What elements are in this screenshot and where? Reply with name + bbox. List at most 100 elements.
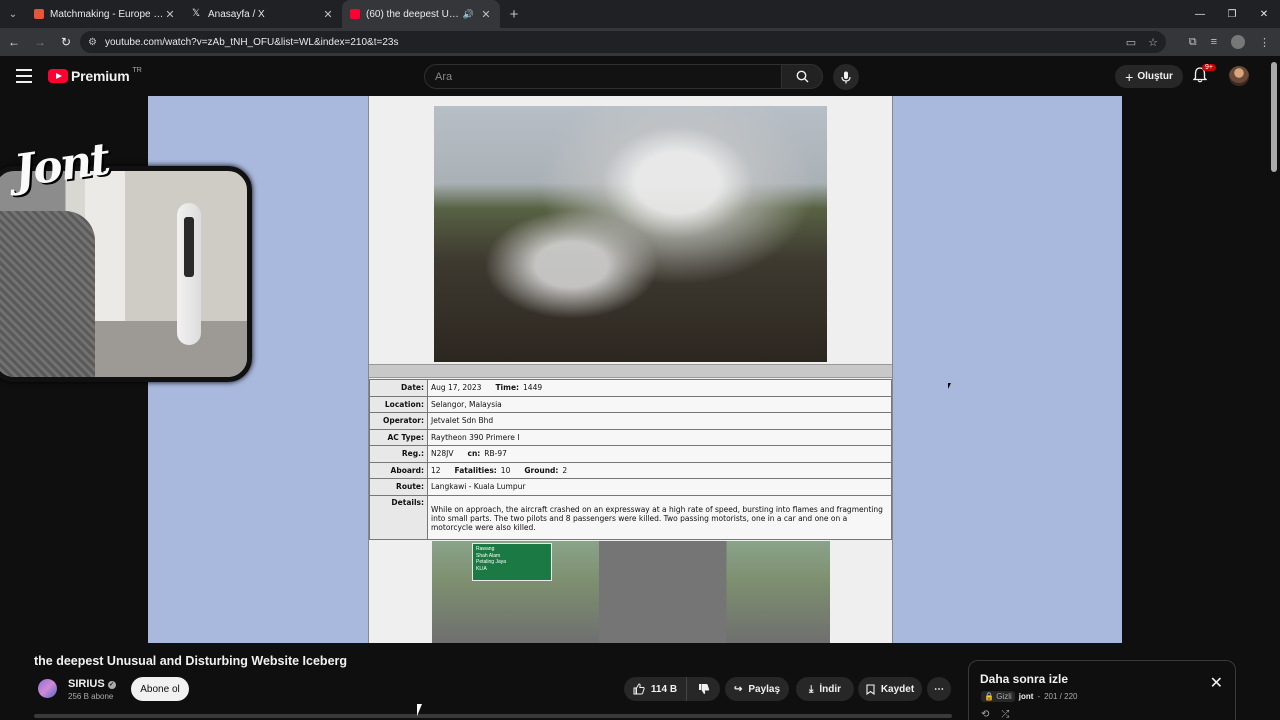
tab-search-icon[interactable]: ⌄ [0, 0, 26, 28]
ground-value: 2 [562, 465, 568, 475]
table-row: AC Type: Raytheon 390 Primere I [369, 428, 892, 446]
youtube-header: Premium TR Ara + Oluştur 9+ [0, 56, 1280, 96]
subscriber-count: 256 B abone [68, 692, 114, 701]
forward-icon[interactable]: → [28, 30, 52, 54]
record-label: Reg.: [369, 445, 428, 463]
site-info-icon[interactable]: ⚙ [88, 37, 97, 48]
like-count: 114 B [650, 683, 678, 695]
record-label: Aboard: [369, 461, 428, 479]
playlist-position: 201 / 220 [1044, 692, 1078, 701]
table-row: Details: While on approach, the aircraft… [369, 494, 892, 540]
thumbs-down-icon [698, 684, 709, 694]
extensions-icon[interactable]: ⧉ [1189, 36, 1197, 49]
bookmark-star-icon[interactable]: ☆ [1148, 36, 1158, 49]
reload-icon[interactable]: ↻ [54, 30, 78, 54]
privacy-badge: 🔒 Gizli [981, 691, 1015, 702]
close-playlist-icon[interactable]: ✕ [1210, 673, 1223, 693]
in-video-cursor [948, 383, 951, 389]
close-tab-icon[interactable]: ✕ [164, 8, 176, 21]
minimize-icon[interactable]: — [1184, 0, 1216, 28]
window-controls: — ❐ ✕ [1184, 0, 1280, 28]
more-group: ⋯ [927, 677, 951, 701]
record-label: Route: [369, 478, 428, 496]
channel-name[interactable]: SIRIUS ✓ [68, 678, 116, 690]
playlist-owner[interactable]: jont [1019, 692, 1034, 701]
browser-menu-icon[interactable]: ⋮ [1259, 36, 1270, 49]
cn-value: RB-97 [484, 449, 507, 459]
search-input[interactable]: Ara [424, 64, 782, 89]
record-value: While on approach, the aircraft crashed … [427, 494, 892, 540]
browser-tab-youtube[interactable]: (60) the deepest Unusual ar 🔊 ✕ [342, 0, 500, 28]
notification-badge: 9+ [1202, 64, 1216, 71]
crash-record-webpage: Date: Aug 17, 2023 Time: 1449 Location: Se… [368, 96, 893, 643]
search-button[interactable] [781, 64, 823, 89]
download-icon: ⤓ [808, 683, 814, 695]
save-label: Kaydet [880, 683, 915, 695]
table-row: Operator: Jetvalet Sdn Bhd [369, 412, 892, 430]
menu-icon[interactable] [16, 69, 32, 83]
close-window-icon[interactable]: ✕ [1248, 0, 1280, 28]
notifications-button[interactable]: 9+ [1192, 64, 1216, 88]
more-actions-button[interactable]: ⋯ [927, 677, 951, 701]
dislike-button[interactable] [686, 677, 720, 701]
road-sign: Rawang Shah Alam Petaling Jaya KLIA [472, 543, 552, 581]
playlist-title[interactable]: Daha sonra izle [980, 672, 1068, 686]
restore-icon[interactable]: ❐ [1216, 0, 1248, 28]
shuffle-icon[interactable]: ⤮ [1001, 709, 1009, 720]
channel-avatar[interactable] [38, 679, 57, 698]
speaker-icon[interactable]: 🔊 [463, 9, 474, 20]
sign-line: KLIA [476, 565, 487, 572]
time-value: 1449 [523, 383, 543, 393]
subscribe-button[interactable]: Abone ol [131, 677, 189, 701]
record-value: N28JV cn: RB-97 [427, 445, 892, 463]
playlist-panel: Daha sonra izle 🔒 Gizli jont - 201 / 220… [968, 660, 1236, 720]
close-tab-icon[interactable]: ✕ [322, 8, 334, 21]
media-controls-icon[interactable]: ≡ [1211, 36, 1217, 48]
page-scrollbar[interactable] [1271, 62, 1277, 172]
date-value: Aug 17, 2023 [431, 383, 482, 393]
new-tab-button[interactable]: + [500, 0, 528, 28]
youtube-logo[interactable]: Premium TR [48, 67, 142, 84]
cn-label: cn: [467, 449, 481, 459]
video-player[interactable]: Date: Aug 17, 2023 Time: 1449 Location: Se… [148, 96, 1122, 643]
close-tab-icon[interactable]: ✕ [480, 8, 492, 21]
x-favicon-icon: 𝕏 [192, 8, 201, 19]
share-label: Paylaş [748, 683, 781, 695]
crash-record-table: Date: Aug 17, 2023 Time: 1449 Location: Se… [369, 379, 892, 540]
record-value: Aug 17, 2023 Time: 1449 [427, 379, 892, 397]
browser-tab-matchmaking[interactable]: Matchmaking - Europe 5v5 Qu ✕ [26, 0, 184, 28]
like-button[interactable]: 114 B [624, 677, 686, 701]
mouse-cursor [417, 704, 422, 716]
bookmark-icon [866, 683, 875, 695]
cast-icon[interactable]: ▭ [1126, 36, 1136, 49]
loop-icon[interactable]: ⟲ [981, 709, 989, 720]
account-avatar[interactable] [1229, 66, 1249, 86]
record-value: Selangor, Malaysia [427, 395, 892, 413]
crash-site-photo [434, 106, 827, 362]
voice-search-button[interactable] [833, 64, 859, 90]
record-label: Details: [369, 494, 428, 540]
table-row: Reg.: N28JV cn: RB-97 [369, 445, 892, 463]
ground-label: Ground: [524, 465, 559, 475]
browser-tab-x[interactable]: 𝕏 Anasayfa / X ✕ [184, 0, 342, 28]
search-icon [796, 70, 808, 83]
profile-icon[interactable] [1231, 35, 1245, 49]
create-button[interactable]: + Oluştur [1115, 65, 1183, 88]
create-label: Oluştur [1137, 71, 1173, 82]
separator: - [1037, 692, 1041, 701]
record-value: Jetvalet Sdn Bhd [427, 412, 892, 430]
share-button[interactable]: ↪ Paylaş [725, 677, 789, 701]
tab-title: (60) the deepest Unusual ar [366, 8, 463, 20]
record-label: Location: [369, 395, 428, 413]
back-icon[interactable]: ← [2, 30, 26, 54]
address-bar[interactable]: ⚙ youtube.com/watch?v=zAb_tNH_OFU&list=W… [80, 31, 1166, 53]
record-label: Date: [369, 379, 428, 397]
playlist-controls: ⟲ ⤮ [981, 709, 1009, 720]
save-button[interactable]: Kaydet [858, 677, 922, 701]
youtube-play-icon [48, 69, 68, 83]
share-group: ↪ Paylaş [725, 677, 789, 701]
tab-title: Matchmaking - Europe 5v5 Qu [50, 8, 164, 20]
table-row: Location: Selangor, Malaysia [369, 395, 892, 413]
download-button[interactable]: ⤓ İndir [796, 677, 854, 701]
tower-fan [177, 203, 201, 345]
